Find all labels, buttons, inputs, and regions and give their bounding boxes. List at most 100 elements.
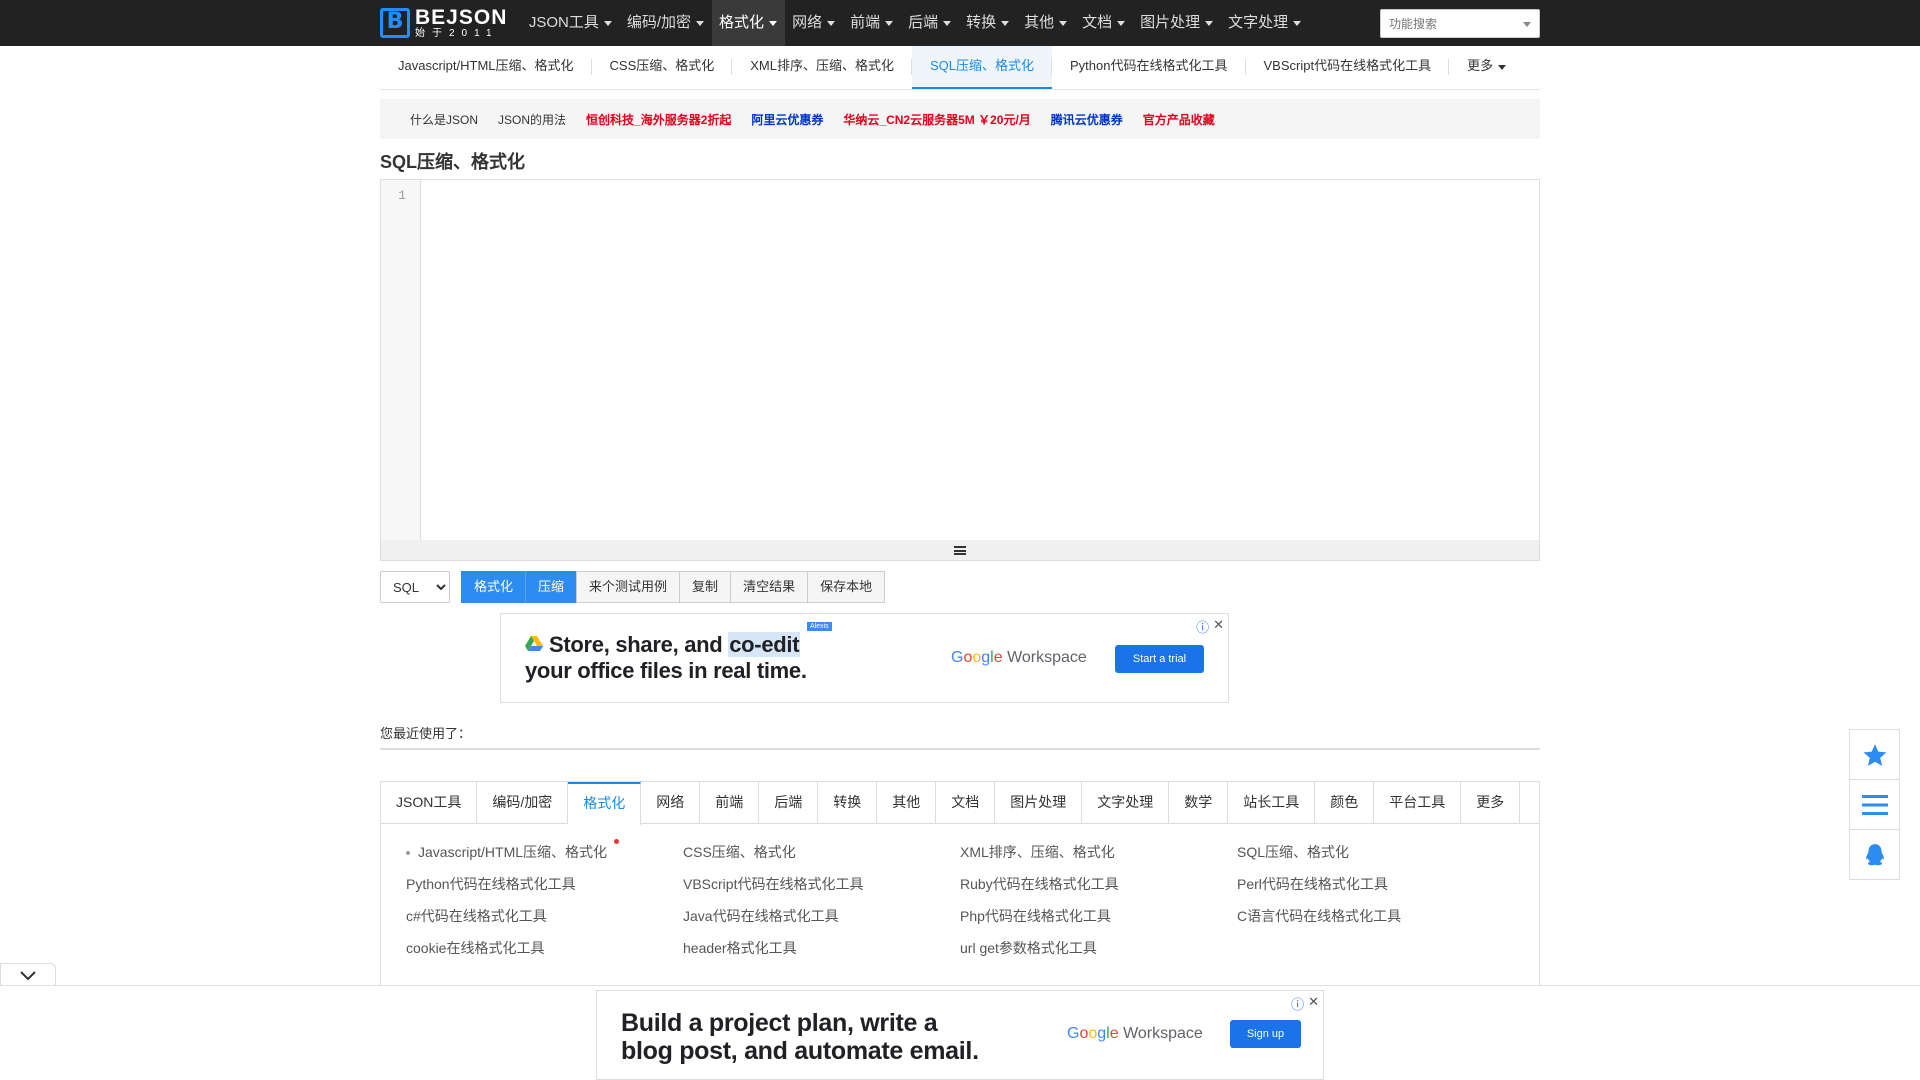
promo-link-1[interactable]: JSON的用法 — [498, 111, 566, 128]
category-tab-2[interactable]: 格式化 — [568, 782, 642, 825]
subtab-3[interactable]: SQL压缩、格式化 — [912, 46, 1053, 89]
subtab-6[interactable]: 更多 — [1449, 46, 1524, 89]
category-link[interactable]: header格式化工具 — [683, 938, 797, 958]
close-icon[interactable]: ✕ — [1213, 617, 1224, 636]
category-tab-3[interactable]: 网络 — [641, 782, 701, 823]
category-tab-14[interactable]: 平台工具 — [1374, 782, 1462, 823]
ad-banner-bottom[interactable]: Build a project plan, write a blog post,… — [596, 990, 1324, 1080]
category-link[interactable]: Java代码在线格式化工具 — [683, 906, 839, 926]
promo-link-6[interactable]: 官方产品收藏 — [1143, 111, 1215, 128]
nav-item-label: 格式化 — [719, 14, 765, 31]
category-link-label: url get参数格式化工具 — [960, 940, 1097, 956]
nav-item-1[interactable]: 编码/加密 — [619, 0, 711, 46]
compress-button[interactable]: 压缩 — [525, 571, 578, 603]
nav-item-4[interactable]: 前端 — [843, 0, 901, 46]
nav-item-9[interactable]: 图片处理 — [1133, 0, 1221, 46]
format-button[interactable]: 格式化 — [461, 571, 527, 603]
category-link-label: Php代码在线格式化工具 — [960, 908, 1111, 924]
ad-cta-button[interactable]: Sign up — [1230, 1020, 1301, 1048]
subtab-4[interactable]: Python代码在线格式化工具 — [1052, 46, 1246, 89]
nav-item-10[interactable]: 文字处理 — [1221, 0, 1309, 46]
subtab-1[interactable]: CSS压缩、格式化 — [592, 46, 733, 89]
editor-resize-handle[interactable] — [380, 540, 1540, 561]
ad-info-icon[interactable]: ⓘ — [1291, 994, 1304, 1013]
sql-code-editor[interactable]: 1 — [380, 179, 1540, 541]
language-select[interactable]: SQL — [380, 571, 450, 603]
menu-button[interactable] — [1850, 780, 1899, 830]
category-link[interactable]: Javascript/HTML压缩、格式化 — [406, 839, 620, 862]
category-link[interactable]: C语言代码在线格式化工具 — [1237, 906, 1401, 926]
copy-button[interactable]: 复制 — [679, 571, 732, 603]
category-tab-6[interactable]: 转换 — [818, 782, 878, 823]
google-workspace-logo: Google Workspace — [951, 649, 1087, 666]
category-tab-10[interactable]: 文字处理 — [1082, 782, 1170, 823]
subtab-5[interactable]: VBScript代码在线格式化工具 — [1246, 46, 1450, 89]
sample-button[interactable]: 来个测试用例 — [576, 571, 681, 603]
star-icon — [1863, 743, 1886, 766]
ad-banner-top[interactable]: Store, share, and co-edit your office fi… — [500, 613, 1229, 703]
qq-button[interactable] — [1850, 830, 1899, 880]
ad-cta-button[interactable]: Start a trial — [1115, 645, 1204, 673]
drag-handle-icon — [954, 546, 966, 555]
nav-item-2[interactable]: 格式化 — [711, 0, 785, 46]
nav-item-3[interactable]: 网络 — [785, 0, 843, 46]
category-link[interactable]: CSS压缩、格式化 — [683, 842, 796, 862]
logo-mark: B — [380, 8, 410, 38]
category-tab-15[interactable]: 更多 — [1461, 782, 1521, 823]
nav-item-label: 文字处理 — [1228, 14, 1289, 31]
category-link[interactable]: SQL压缩、格式化 — [1237, 842, 1349, 862]
chevron-down-icon[interactable] — [1523, 22, 1531, 27]
category-tab-11[interactable]: 数学 — [1169, 782, 1229, 823]
category-tab-13[interactable]: 颜色 — [1315, 782, 1375, 823]
promo-link-3[interactable]: 阿里云优惠券 — [751, 111, 823, 128]
promo-link-0[interactable]: 什么是JSON — [410, 111, 478, 128]
collapse-ad-button[interactable] — [0, 963, 56, 987]
ad-info-icon[interactable]: ⓘ — [1196, 617, 1209, 636]
category-link[interactable]: cookie在线格式化工具 — [406, 938, 544, 958]
nav-item-7[interactable]: 其他 — [1017, 0, 1075, 46]
line-number-gutter: 1 — [381, 180, 421, 541]
clear-button[interactable]: 清空结果 — [730, 571, 809, 603]
nav-item-6[interactable]: 转换 — [959, 0, 1017, 46]
nav-item-0[interactable]: JSON工具 — [521, 0, 619, 46]
promo-link-4[interactable]: 华纳云_CN2云服务器5M ￥20元/月 — [843, 111, 1030, 128]
category-link[interactable]: XML排序、压缩、格式化 — [960, 842, 1115, 862]
bottom-ad-bar: Build a project plan, write a blog post,… — [0, 985, 1920, 1080]
category-link-label: c#代码在线格式化工具 — [406, 908, 547, 924]
category-tab-8[interactable]: 文档 — [936, 782, 996, 823]
chevron-down-icon — [943, 20, 952, 26]
save-local-button[interactable]: 保存本地 — [807, 571, 886, 603]
chevron-down-icon — [1498, 65, 1507, 70]
subtab-2[interactable]: XML排序、压缩、格式化 — [732, 46, 912, 89]
promo-link-2[interactable]: 恒创科技_海外服务器2折起 — [586, 111, 731, 128]
category-tab-1[interactable]: 编码/加密 — [477, 782, 569, 823]
function-search[interactable] — [1380, 9, 1540, 38]
category-link[interactable]: Php代码在线格式化工具 — [960, 906, 1111, 926]
category-tab-9[interactable]: 图片处理 — [995, 782, 1083, 823]
function-search-input[interactable] — [1381, 10, 1511, 37]
category-link[interactable]: url get参数格式化工具 — [960, 938, 1097, 958]
category-link[interactable]: c#代码在线格式化工具 — [406, 906, 547, 926]
nav-item-label: 其他 — [1024, 14, 1055, 31]
category-tab-4[interactable]: 前端 — [700, 782, 760, 823]
nav-item-5[interactable]: 后端 — [901, 0, 959, 46]
category-link[interactable]: VBScript代码在线格式化工具 — [683, 874, 863, 894]
category-link[interactable]: Perl代码在线格式化工具 — [1237, 874, 1388, 894]
favorite-button[interactable] — [1850, 730, 1899, 780]
category-tab-12[interactable]: 站长工具 — [1228, 782, 1316, 823]
promo-link-5[interactable]: 腾讯云优惠券 — [1051, 111, 1123, 128]
category-tab-7[interactable]: 其他 — [877, 782, 937, 823]
site-logo[interactable]: B BEJSON 始于2011 — [380, 7, 507, 39]
list-icon — [1861, 794, 1888, 815]
subtab-0[interactable]: Javascript/HTML压缩、格式化 — [380, 46, 592, 89]
subtab-label: SQL压缩、格式化 — [930, 58, 1035, 73]
category-link[interactable]: Python代码在线格式化工具 — [406, 874, 576, 894]
nav-item-8[interactable]: 文档 — [1075, 0, 1133, 46]
category-tab-5[interactable]: 后端 — [759, 782, 819, 823]
nav-item-label: 网络 — [792, 14, 823, 31]
category-link-label: CSS压缩、格式化 — [683, 844, 796, 860]
category-tab-0[interactable]: JSON工具 — [381, 782, 478, 823]
format-subtabs: Javascript/HTML压缩、格式化 CSS压缩、格式化 XML排序、压缩、格… — [380, 46, 1540, 90]
close-icon[interactable]: ✕ — [1308, 994, 1319, 1013]
category-link[interactable]: Ruby代码在线格式化工具 — [960, 874, 1119, 894]
